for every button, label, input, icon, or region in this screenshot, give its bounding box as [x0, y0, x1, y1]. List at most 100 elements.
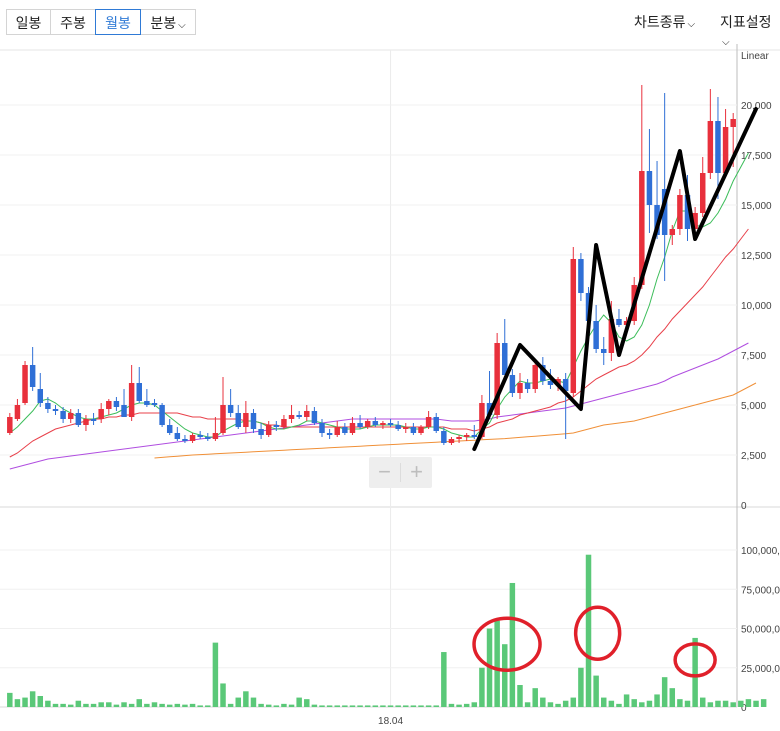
- candle-body: [45, 403, 51, 409]
- period-minute-label: 분봉: [150, 15, 177, 31]
- candle-body: [67, 413, 74, 419]
- candle-body: [52, 409, 59, 411]
- indicator-menu[interactable]: 지표설정⌵: [720, 12, 780, 48]
- volume-bar: [334, 705, 340, 707]
- volume-bar: [288, 704, 295, 707]
- volume-tick-label: 75,000,00: [741, 585, 780, 596]
- candle-body: [159, 405, 165, 425]
- candle-body: [410, 427, 417, 433]
- y-tick-label: 7,500: [741, 351, 766, 362]
- period-minute-button[interactable]: 분봉 ⌵: [140, 9, 196, 35]
- volume-bar: [661, 677, 668, 707]
- candle-body: [593, 321, 599, 349]
- candle-body: [730, 119, 736, 127]
- candle-body: [37, 389, 44, 403]
- volume-bar: [639, 702, 645, 707]
- volume-bar: [128, 703, 135, 707]
- candlesticks: [7, 85, 736, 445]
- volume-bar: [235, 697, 241, 707]
- candle-body: [273, 425, 280, 427]
- volume-bar: [540, 697, 546, 707]
- period-day-button[interactable]: 일봉: [6, 9, 51, 35]
- candle-body: [425, 417, 432, 427]
- candle-body: [380, 423, 386, 425]
- volume-bar: [220, 683, 226, 707]
- period-week-button[interactable]: 주봉: [50, 9, 96, 35]
- volume-tick-label: 100,000,0: [741, 546, 780, 557]
- volume-bar: [692, 637, 698, 707]
- y-tick-label: 0: [741, 501, 747, 512]
- candle-body: [83, 419, 89, 425]
- volume-bar: [403, 705, 409, 707]
- volume-bar: [593, 675, 599, 707]
- volume-bar: [570, 697, 577, 707]
- candle-body: [372, 421, 379, 425]
- zoom-in-button[interactable]: +: [401, 457, 432, 488]
- volume-bar: [7, 692, 13, 707]
- volume-bar: [433, 705, 439, 707]
- volume-bars: [7, 554, 767, 707]
- candle-body: [616, 319, 622, 325]
- volume-bar: [684, 700, 691, 707]
- volume-bar: [372, 705, 379, 707]
- volume-bar: [205, 705, 211, 707]
- candle-body: [517, 383, 523, 393]
- volume-bar: [722, 700, 729, 707]
- volume-bar: [760, 699, 767, 707]
- candle-body: [715, 121, 721, 173]
- volume-bar: [471, 702, 478, 707]
- candle-body: [334, 427, 340, 435]
- volume-bar: [555, 703, 561, 707]
- volume-bar: [745, 699, 752, 707]
- chevron-down-icon: ⌵: [687, 19, 696, 30]
- volume-bar: [585, 554, 592, 707]
- period-month-button[interactable]: 월봉: [95, 9, 141, 35]
- volume-bar: [45, 700, 51, 707]
- volume-bar: [166, 704, 173, 707]
- volume-bar: [699, 697, 706, 707]
- candle-body: [75, 413, 82, 425]
- candle-body: [60, 411, 66, 419]
- chart-type-menu[interactable]: 차트종류 ⌵: [634, 12, 695, 32]
- y-tick-label: 2,500: [741, 451, 766, 462]
- volume-bar: [304, 699, 310, 707]
- volume-bar: [677, 699, 683, 707]
- volume-bar: [60, 703, 66, 707]
- candle-body: [699, 173, 706, 213]
- candle-body: [106, 401, 112, 409]
- volume-bar: [29, 691, 36, 707]
- candle-body: [182, 439, 188, 441]
- candle-body: [502, 343, 508, 375]
- volume-bar: [37, 696, 44, 707]
- volume-bar: [509, 582, 516, 707]
- volume-bar: [730, 702, 736, 707]
- volume-bar: [342, 705, 348, 707]
- candle-body: [349, 423, 356, 433]
- volume-bar: [159, 703, 165, 707]
- volume-bar: [601, 697, 607, 707]
- volume-bar: [418, 705, 424, 707]
- volume-spike-circle: [573, 605, 622, 661]
- candle-body: [387, 423, 394, 425]
- chart-type-label: 차트종류: [634, 14, 686, 30]
- stock-chart[interactable]: 0 2,500 5,000 7,500 10,000 12,500 15,000 17,500…: [0, 44, 780, 731]
- volume-bar: [174, 703, 181, 707]
- zoom-out-button[interactable]: −: [369, 457, 400, 488]
- volume-bar: [616, 703, 622, 707]
- volume-bar: [98, 702, 104, 707]
- volume-bar: [608, 700, 615, 707]
- hand-drawn-annotations: [472, 107, 758, 678]
- candle-body: [22, 365, 28, 403]
- candle-body: [326, 433, 333, 435]
- volume-bar: [623, 694, 630, 707]
- chevron-down-icon: ⌵: [178, 20, 186, 31]
- volume-bar: [273, 705, 280, 707]
- volume-bar: [547, 702, 554, 707]
- volume-bar: [243, 691, 249, 707]
- volume-bar: [387, 705, 394, 707]
- y-tick-label: 12,500: [741, 251, 772, 262]
- candle-body: [14, 405, 21, 419]
- x-tick-label: 18.04: [378, 716, 403, 727]
- candle-body: [205, 437, 211, 439]
- candle-body: [448, 439, 455, 443]
